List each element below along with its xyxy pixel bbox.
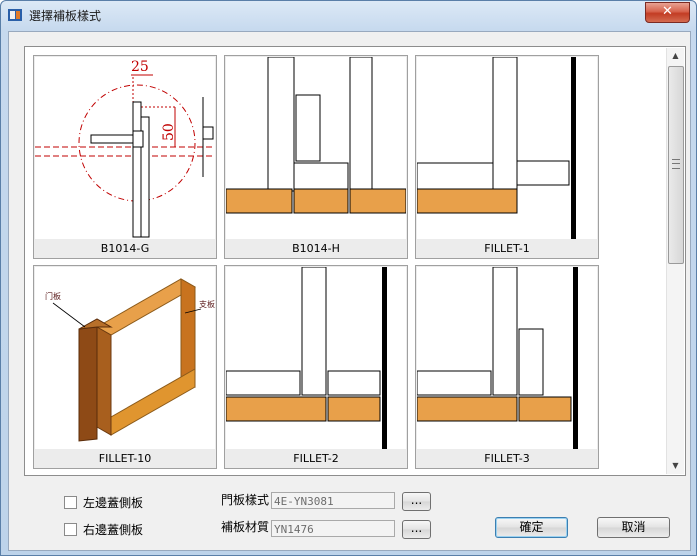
- gallery-scrollbar[interactable]: ▲ ▼: [666, 48, 684, 474]
- gallery-item-b1014-h[interactable]: B1014-H: [224, 55, 408, 259]
- checkbox-box[interactable]: [64, 496, 77, 509]
- scroll-down-arrow-icon[interactable]: ▼: [670, 460, 681, 472]
- gallery-item-caption: FILLET-10: [98, 452, 152, 465]
- right-side-checkbox[interactable]: 右邊蓋側板: [64, 521, 143, 538]
- left-side-label: 左邊蓋側板: [83, 496, 144, 510]
- right-side-label: 右邊蓋側板: [83, 523, 144, 537]
- thumbnail: [417, 57, 597, 239]
- gallery-item-fillet-2[interactable]: FILLET-2: [224, 265, 408, 469]
- fillet-3-drawing: [417, 267, 578, 449]
- ok-button[interactable]: 確定: [495, 517, 568, 538]
- fill-material-browse-button[interactable]: ...: [402, 520, 431, 539]
- fill-material-field[interactable]: YN1476: [271, 520, 395, 537]
- scroll-thumb[interactable]: [668, 66, 684, 264]
- title-bar[interactable]: 選擇補板樣式 ✕: [1, 1, 696, 29]
- gallery-item-caption: B1014-H: [292, 242, 340, 255]
- fillet-2-drawing: [226, 267, 387, 449]
- thumbnail: [226, 57, 406, 239]
- dim-25: 25: [131, 59, 149, 75]
- window-title: 選擇補板樣式: [29, 9, 102, 23]
- thumbnail: [417, 267, 597, 449]
- dim-50: 50: [161, 123, 177, 141]
- close-button[interactable]: ✕: [645, 2, 690, 23]
- gallery-item-caption: FILLET-2: [293, 452, 339, 465]
- door-style-field[interactable]: 4E-YN3081: [271, 492, 395, 509]
- app-icon: [8, 9, 22, 21]
- fillet-10-drawing: 门板 支板: [45, 278, 215, 442]
- thumbnail: [226, 267, 406, 449]
- style-gallery[interactable]: 25 50 B1014-G B1014-H FILLET-1 门板 支板 FIL…: [24, 46, 686, 476]
- gallery-item-caption: FILLET-1: [484, 242, 530, 255]
- gallery-item-fillet-1[interactable]: FILLET-1: [415, 55, 599, 259]
- thumbnail: 25 50: [35, 57, 215, 239]
- left-side-checkbox[interactable]: 左邊蓋側板: [64, 494, 143, 511]
- fill-material-label: 補板材質: [221, 520, 270, 534]
- label-side-panel: 支板: [199, 299, 215, 309]
- gallery-item-b1014-g[interactable]: 25 50 B1014-G: [33, 55, 217, 259]
- thumbnail: 门板 支板: [35, 267, 215, 449]
- gallery-item-fillet-3[interactable]: FILLET-3: [415, 265, 599, 469]
- cancel-button[interactable]: 取消: [597, 517, 670, 538]
- grip-icon: [672, 159, 680, 169]
- dialog-window: 選擇補板樣式 ✕ 25 50 B1014-G B1014-H FILLET-1 …: [0, 0, 697, 556]
- dialog-client: 25 50 B1014-G B1014-H FILLET-1 门板 支板 FIL…: [8, 31, 691, 551]
- label-door-panel: 门板: [45, 291, 61, 301]
- b1014-g-drawing: 25 50: [35, 59, 215, 238]
- door-style-label: 門板樣式: [221, 493, 270, 507]
- fillet-1-drawing: [417, 57, 576, 239]
- gallery-item-fillet-10[interactable]: 门板 支板 FILLET-10: [33, 265, 217, 469]
- gallery-item-caption: B1014-G: [100, 242, 150, 255]
- b1014-h-drawing: [226, 57, 406, 214]
- scroll-up-arrow-icon[interactable]: ▲: [670, 50, 681, 62]
- door-style-browse-button[interactable]: ...: [402, 492, 431, 511]
- checkbox-box[interactable]: [64, 523, 77, 536]
- gallery-item-caption: FILLET-3: [484, 452, 530, 465]
